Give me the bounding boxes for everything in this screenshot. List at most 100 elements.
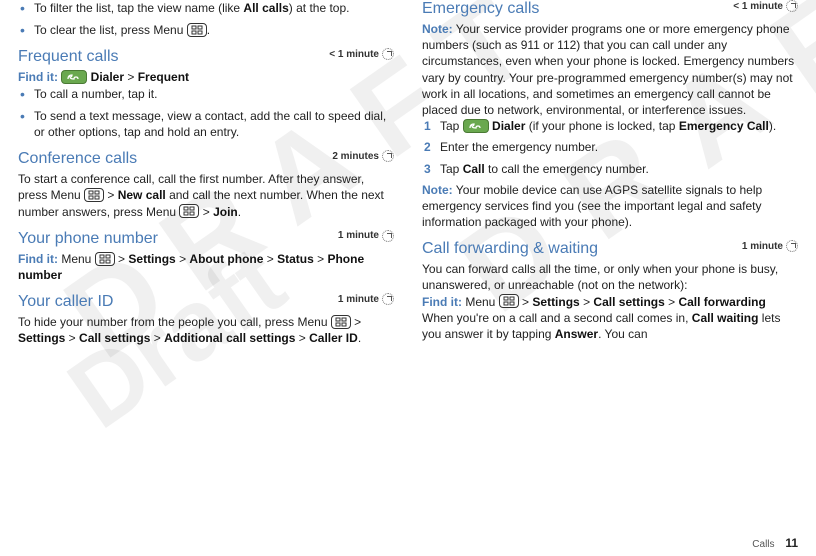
page-columns: To filter the list, tap the view name (l… [0, 0, 816, 346]
time-text: 1 minute [338, 230, 379, 241]
text: Tap [440, 119, 463, 133]
phone-icon [463, 119, 489, 133]
path-part: Status [277, 252, 314, 266]
title-text: Your phone number [18, 230, 158, 247]
clock-icon [786, 240, 798, 252]
text: To hide your number from the people you … [18, 315, 331, 329]
note-label: Note: [422, 183, 453, 197]
step-number: 2 [424, 139, 431, 155]
path-part: Call forwarding [678, 295, 765, 309]
menu-icon [331, 315, 351, 329]
text: (if your phone is locked, tap [525, 119, 678, 133]
bold-text: Call [463, 162, 485, 176]
title-text: Your caller ID [18, 293, 113, 310]
page-footer: Calls 11 [752, 536, 798, 550]
step-number: 1 [424, 118, 431, 134]
forwarding-body: You can forward calls all the time, or o… [422, 261, 798, 293]
menu-icon [499, 294, 519, 308]
text: To filter the list, tap the view name (l… [34, 1, 243, 15]
path-part: Call settings [593, 295, 664, 309]
footer-section: Calls [752, 539, 774, 550]
menu-icon [95, 252, 115, 266]
text: ) at the top. [289, 1, 350, 15]
find-it-label: Find it: [18, 70, 58, 84]
time-text: 1 minute [338, 294, 379, 305]
note-body: Your service provider programs one or mo… [422, 22, 794, 117]
section-title-conference: 2 minutes Conference calls [18, 150, 394, 168]
time-text: 2 minutes [332, 151, 379, 162]
right-column: < 1 minute Emergency calls Note: Your se… [422, 0, 798, 346]
note-label: Note: [422, 22, 453, 36]
path-part: Settings [128, 252, 175, 266]
find-it-label: Find it: [422, 295, 462, 309]
bold-text: All calls [243, 1, 288, 15]
path-part: About phone [189, 252, 263, 266]
text: . [238, 205, 241, 219]
path-part: Dialer [91, 70, 124, 84]
text: Menu [465, 295, 495, 309]
intro-list: To filter the list, tap the view name (l… [18, 0, 394, 38]
time-tag: 1 minute [742, 240, 798, 252]
frequent-list: To call a number, tap it. To send a text… [18, 86, 394, 141]
menu-icon [84, 188, 104, 202]
note-body: Your mobile device can use AGPS satellit… [422, 183, 762, 229]
find-it-path: Find it: Menu > Settings > Call settings… [422, 294, 798, 310]
bold-text: Join [213, 205, 238, 219]
section-title-forwarding: 1 minute Call forwarding & waiting [422, 240, 798, 258]
bold-text: Call waiting [692, 311, 759, 325]
time-tag: 2 minutes [332, 150, 394, 162]
text: . [207, 23, 210, 37]
time-text: 1 minute [742, 241, 783, 252]
section-title-callerid: 1 minute Your caller ID [18, 293, 394, 311]
find-it-path: Find it: Menu > Settings > About phone >… [18, 251, 394, 283]
list-item: 1 Tap Dialer (if your phone is locked, t… [422, 118, 798, 134]
bold-text: New call [118, 188, 166, 202]
list-item: To send a text message, view a contact, … [18, 108, 394, 140]
title-text: Emergency calls [422, 0, 539, 17]
path-part: Settings [18, 331, 65, 345]
title-text: Conference calls [18, 150, 137, 167]
path-part: Settings [532, 295, 579, 309]
title-text: Call forwarding & waiting [422, 240, 598, 257]
text: Menu [61, 252, 91, 266]
clock-icon [382, 230, 394, 242]
callerid-body: To hide your number from the people you … [18, 314, 394, 346]
list-item: 2 Enter the emergency number. [422, 139, 798, 155]
bold-text: Answer [555, 327, 598, 341]
left-column: To filter the list, tap the view name (l… [18, 0, 394, 346]
phone-icon [61, 70, 87, 84]
time-tag: 1 minute [338, 293, 394, 305]
time-tag: < 1 minute [329, 48, 394, 60]
section-title-phonenumber: 1 minute Your phone number [18, 230, 394, 248]
path-part: Frequent [138, 70, 189, 84]
emergency-steps: 1 Tap Dialer (if your phone is locked, t… [422, 118, 798, 177]
emergency-note2: Note: Your mobile device can use AGPS sa… [422, 182, 798, 231]
clock-icon [382, 150, 394, 162]
text: to call the emergency number. [485, 162, 649, 176]
title-text: Frequent calls [18, 48, 119, 65]
sep: > [124, 70, 138, 84]
find-it-label: Find it: [18, 252, 58, 266]
clock-icon [382, 293, 394, 305]
conference-body: To start a conference call, call the fir… [18, 171, 394, 220]
list-item: To filter the list, tap the view name (l… [18, 0, 394, 16]
menu-icon [187, 23, 207, 37]
time-text: < 1 minute [733, 1, 783, 12]
clock-icon [382, 48, 394, 60]
bold-text: Dialer [492, 119, 525, 133]
list-item: 3 Tap Call to call the emergency number. [422, 161, 798, 177]
text: ). [769, 119, 776, 133]
section-title-emergency: < 1 minute Emergency calls [422, 0, 798, 18]
time-tag: 1 minute [338, 230, 394, 242]
path-part: Additional call settings [164, 331, 295, 345]
sep: > [104, 188, 118, 202]
text: Tap [440, 162, 463, 176]
page-number: 11 [785, 536, 798, 550]
text: To clear the list, press Menu [34, 23, 187, 37]
path-part: Caller ID [309, 331, 358, 345]
bold-text: Emergency Call [679, 119, 769, 133]
list-item: To clear the list, press Menu . [18, 22, 394, 38]
forwarding-body2: When you're on a call and a second call … [422, 310, 798, 342]
emergency-note: Note: Your service provider programs one… [422, 21, 798, 118]
path-part: Call settings [79, 331, 150, 345]
